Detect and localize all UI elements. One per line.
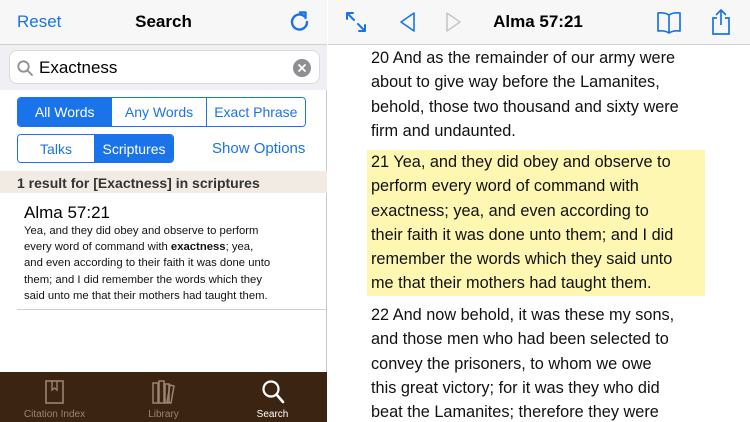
result-snippet: Yea, and they did obey and observe to pe… [24,223,316,304]
refresh-icon[interactable] [287,9,313,35]
verse-line: 21 Yea, and they did obey and observe to [371,153,671,171]
magnifier-icon [16,59,34,77]
snippet-line: them; and I did remember the words which… [24,273,262,286]
verse-20[interactable]: 20 And as the remainder of our army were… [371,46,705,143]
segment-exact-phrase[interactable]: Exact Phrase [206,98,305,126]
verse-line: behold, those two thousand and sixty wer… [371,97,679,116]
segment-talks[interactable]: Talks [18,135,96,162]
search-result-item[interactable]: Alma 57:21 Yea, and they did obey and ob… [0,193,327,310]
verse-line: this great victory; for it was they who … [371,378,660,397]
book-icon[interactable] [655,8,683,36]
verse-22[interactable]: 22 And now behold, it was these my sons,… [371,303,705,422]
search-bar [0,45,327,90]
tab-citation-index[interactable]: Citation Index [0,372,109,422]
verse-line: me that their mothers had taught them. [371,274,652,293]
verse-line: beat the Lamanites; therefore they were [371,403,659,422]
snippet-line: every word of command with exactness; ye… [24,241,254,254]
verse-line: 20 And as the remainder of our army were [371,49,676,67]
result-count-header: 1 result for [Exactness] in scriptures [0,171,327,193]
verse-21-highlighted[interactable]: 21 Yea, and they did obey and observe to… [367,150,705,296]
snippet-line: Yea, and they did obey and observe to pe… [24,225,259,237]
search-icon [260,378,286,406]
tab-library[interactable]: Library [109,372,218,422]
snippet-line: said unto me that their mothers had taug… [24,289,268,302]
search-term-match: exactness [170,241,226,254]
chapter-title: Alma 57:21 [493,12,583,31]
citation-index-icon [42,378,68,406]
show-options-button[interactable]: Show Options [212,140,305,157]
tab-label: Citation Index [23,409,86,420]
verse-line: 22 And now behold, it was these my sons, [371,306,675,324]
segment-any-words[interactable]: Any Words [112,98,207,126]
snippet-line: and even according to their faith it was… [24,257,271,270]
forward-arrow-icon[interactable] [440,9,466,35]
back-arrow-icon[interactable] [395,9,421,35]
verse-line: perform every word of command with [371,177,639,196]
verse-line: convey the prisoners, to whom we owe [371,354,652,373]
search-field-container[interactable] [9,50,320,84]
verse-line: remember the words which they said unto [371,250,673,269]
match-mode-segmented-control: All Words Any Words Exact Phrase [17,97,306,127]
tab-search[interactable]: Search [218,372,327,422]
share-icon[interactable] [708,7,734,37]
reader-nav-bar: Alma 57:21 [328,0,750,45]
tab-label: Library [148,409,179,420]
verse-line: exactness; yea, and even according to [371,201,649,220]
verse-line: and those men who had been selected to [371,330,669,349]
panel-title: Search [135,12,192,31]
result-reference: Alma 57:21 [24,203,110,222]
clear-search-icon[interactable] [293,59,311,77]
segment-scriptures[interactable]: Scriptures [95,135,173,162]
reader-panel: Alma 57:21 20 And as the remainder of ou… [328,0,750,422]
tab-bar: Citation Index Library Search [0,372,327,422]
segment-all-words[interactable]: All Words [18,98,113,126]
search-input[interactable] [39,57,289,79]
verse-line: firm and undaunted. [371,121,516,140]
search-panel: Reset Search Exactness All Words Any Wor… [0,0,327,422]
verse-line: their faith it was done unto them; and I… [371,225,674,244]
expand-icon[interactable] [343,9,369,35]
source-segmented-control: Talks Scriptures [17,134,174,163]
tab-label: Search [256,409,289,420]
divider [17,309,327,310]
verse-line: about to give way before the Lamanites, [371,73,660,92]
library-icon [151,378,177,406]
search-nav-bar: Reset Search [0,0,327,45]
